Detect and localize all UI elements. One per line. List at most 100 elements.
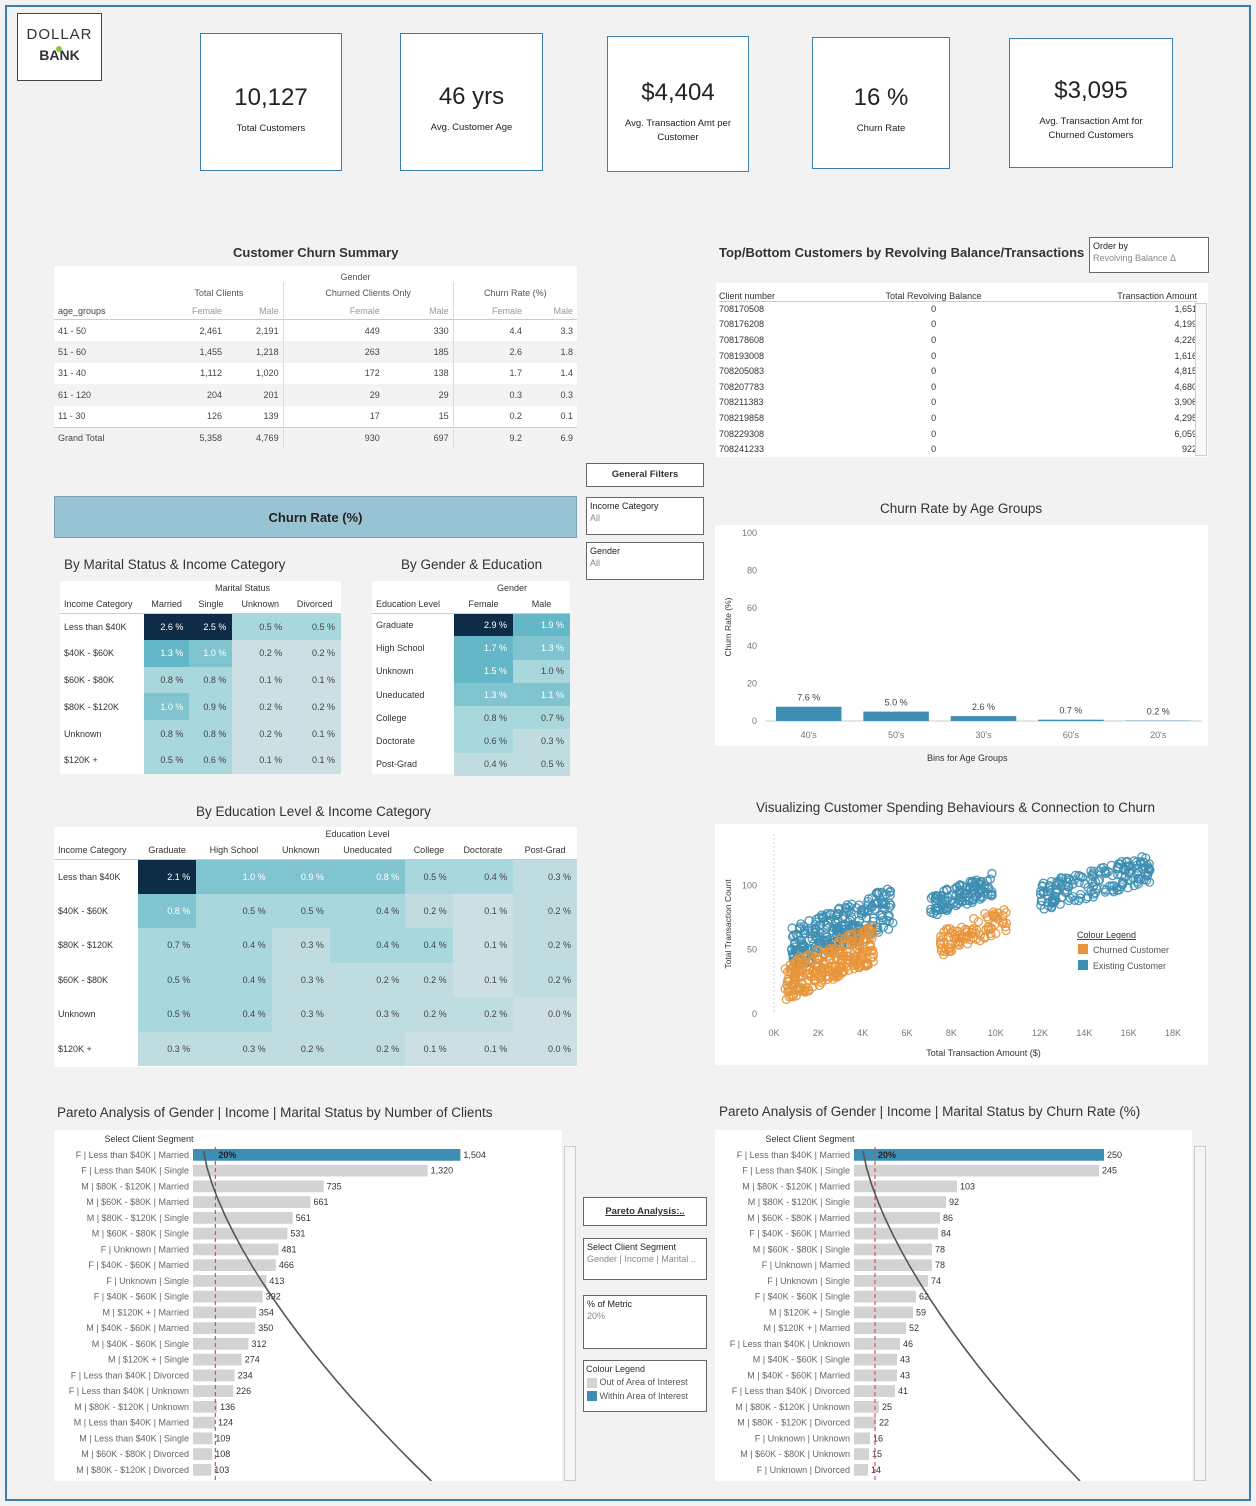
gender-header: Gender [340,272,371,282]
pareto-category-label: M | $80K - $120K | Single [748,1197,850,1207]
table-cell: 126 [206,411,222,421]
kpi-value: 46 yrs [438,83,505,110]
heatmap-cell: 0.5 % [271,893,330,928]
table-cell: 708211383 [719,397,764,408]
scatter-legend-label: Existing Customer [1093,961,1166,971]
heatmap-cell: 0.8 % [138,893,197,928]
pareto-value-label: 234 [238,1370,253,1380]
heatmap-cell: 0.2 % [513,928,577,963]
pareto-value-label: 15 [872,1449,882,1459]
pareto-bar [854,1259,932,1271]
heatmap-cell: 0.4 % [329,928,406,963]
gender-filter[interactable]: Gender All [586,542,704,580]
table-row: 31 - 40 1,112 1,020 172 138 1.7 1.4 [54,362,577,384]
kpi-value: 16 % [853,84,909,111]
table-cell: 4,295 [1174,412,1197,423]
group-churned-clients: Churned Clients Only [283,282,454,304]
x-tick-label: 10K [988,1028,1004,1038]
table-cell: 1.7 [509,368,522,379]
x-tick-label: 16K [1121,1028,1137,1038]
table-row: 708211383 0 3,906 [719,395,1197,411]
heatmap-cell: 0.2 % [513,893,577,928]
heatmap-cell: 0.2 % [232,720,289,747]
table-row: 708229308 0 6,059 [719,426,1197,442]
client-segment-selector[interactable]: Select Client Segment Gender | Income | … [583,1238,707,1280]
table-cell: 0 [931,304,937,315]
pareto-clients-title: Pareto Analysis of Gender | Income | Mar… [57,1105,493,1120]
kpi-value: $4,404 [641,79,715,106]
pareto-category-label: F | Less than $40K | Divorced [732,1386,850,1396]
legend-out-item: Out of Area of Interest [584,1377,706,1388]
table-cell: 1,651 [1174,304,1197,315]
order-by-dropdown[interactable]: Order by Revolving Balance Δ [1089,237,1209,273]
heatmap-cell: 0.7 % [138,928,197,963]
table-scrollbar[interactable] [1195,303,1207,456]
pareto-bar [854,1164,1099,1177]
pareto-bar [193,1196,311,1208]
heatmap-row: $60K - $80K 0.8 % 0.8 % 0.1 % 0.1 % [60,666,341,694]
table-cell: 4,769 [229,427,284,449]
heatmap-row-label: $60K - $80K [64,674,115,685]
heatmap-cell: 0.1 % [288,720,341,747]
heatmap-row-label: $80K - $120K [58,940,114,951]
heatmap-cell: 0.4 % [196,997,272,1032]
pareto-churn-title: Pareto Analysis of Gender | Income | Mar… [719,1104,1141,1119]
pareto-value-label: 78 [935,1260,945,1270]
pareto-bar [854,1212,940,1224]
heatmap-column-header: Divorced [296,598,333,609]
pareto-value-label: 312 [251,1339,266,1349]
heatmap-cell: 0.6 % [189,746,233,774]
table-cell: 6.9 [530,427,577,449]
heatmap-row: $60K - $80K 0.5 % 0.4 % 0.3 % 0.2 % 0.2 % 0.1 … [54,962,577,997]
pareto-churn-panel: Select Client Segment F | Less than $40K … [715,1130,1192,1482]
heatmap-cell: 0.3 % [271,928,330,963]
pareto-value-label: 62 [919,1292,929,1302]
percent-of-metric-selector[interactable]: % of Metric 20% [583,1295,707,1349]
pareto-value-label: 735 [327,1181,342,1191]
education-income-heatmap: Education Level Income Category Graduate Hi… [54,827,577,1067]
heatmap-row: $120K +0.3 % 0.3 % 0.2 % 0.2 % 0.1 % 0.1 % 0.0… [54,1031,577,1066]
pareto-bar [854,1448,869,1460]
pareto-reference-label: 20% [878,1150,896,1160]
x-tick-label: 0K [768,1028,779,1038]
pareto-value-label: 561 [296,1213,311,1223]
pareto-bar [854,1306,913,1319]
heatmap-cell: 0.3 % [512,729,570,753]
sub-female: Female [191,306,222,317]
pareto-category-label: F | Unknown | Divorced [757,1465,850,1475]
x-tick-label: 60's [1063,730,1080,740]
bar-value-label: 5.0 % [885,698,908,708]
pareto-churn-scrollbar[interactable] [1194,1146,1206,1481]
x-tick-label: 30's [975,730,992,740]
income-category-filter[interactable]: Income Category All [586,497,704,535]
pareto-value-label: 74 [931,1276,941,1286]
heatmap-cell: 0.2 % [232,639,289,667]
pareto-value-label: 466 [279,1260,294,1270]
pareto-clients-scrollbar[interactable] [564,1146,576,1481]
heatmap-row: $80K - $120K 0.7 % 0.4 % 0.3 % 0.4 % 0.4 % 0.1… [54,928,577,963]
sub-male: Male [229,303,284,320]
pareto-bar [193,1401,218,1413]
pareto-bar [854,1243,932,1256]
pareto-bar [854,1196,946,1208]
pareto-bar [193,1227,288,1240]
pareto-category-label: M | $60K - $80K | Single [92,1229,189,1239]
pareto-category-label: M | $60K - $80K | Single [753,1244,850,1254]
table-row: 708178608 0 4,226 [719,332,1197,348]
pareto-colour-legend: Colour Legend Out of Area of Interest Wi… [583,1360,707,1412]
gender-education-heatmap: Gender Education Level Female Male Graduate 2… [372,581,570,777]
heatmap-cell: 0.3 % [271,962,330,997]
heatmap-row-label: $40K - $60K [58,905,109,916]
pareto-category-label: F | Unknown | Single [106,1276,189,1286]
table-cell: 708193008 [719,350,765,361]
pareto-category-label: F | $40K - $60K | Single [94,1292,189,1302]
education-income-title: By Education Level & Income Category [196,804,431,819]
table-cell: 15 [387,405,454,427]
pareto-bar [193,1164,428,1177]
pareto-axis-header: Select Client Segment [765,1134,855,1144]
pareto-category-label: M | $60K - $80K | Unknown [740,1449,850,1459]
heatmap-row: College 0.8 % 0.7 % [372,706,570,730]
pareto-category-label: F | $40K - $60K | Single [755,1292,850,1302]
age-bar [1038,719,1104,721]
pareto-bar [193,1259,276,1271]
